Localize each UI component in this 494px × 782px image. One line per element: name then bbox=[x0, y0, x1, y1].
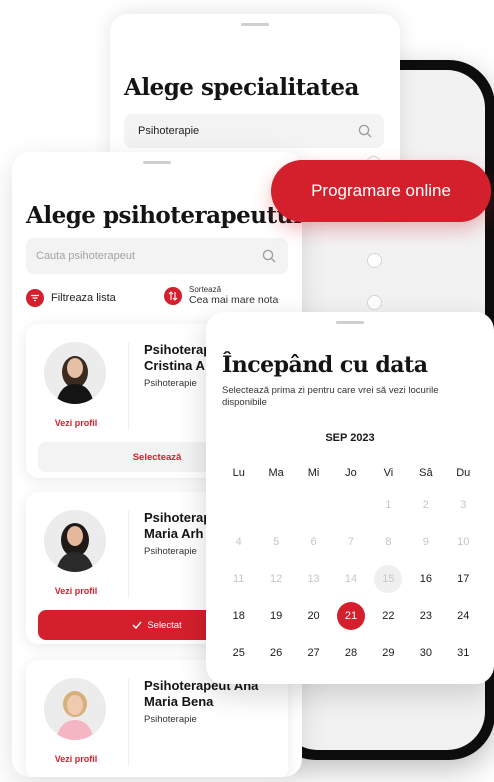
specialty-title: Alege specialitatea bbox=[124, 74, 359, 101]
specialty-field[interactable]: Psihoterapie bbox=[124, 114, 384, 148]
specialty-field-value: Psihoterapie bbox=[138, 125, 200, 137]
search-icon[interactable] bbox=[358, 124, 372, 143]
avatar[interactable] bbox=[44, 510, 106, 572]
calendar-day: 7 bbox=[347, 535, 355, 548]
avatar[interactable] bbox=[44, 342, 106, 404]
calendar-day: 12 bbox=[270, 572, 283, 585]
avatar[interactable] bbox=[44, 678, 106, 740]
calendar-day: 9 bbox=[422, 535, 429, 548]
therapist-name: Psihoterap Cristina A bbox=[144, 342, 212, 373]
therapist-search-input[interactable] bbox=[36, 238, 236, 274]
calendar-day[interactable]: 25 bbox=[225, 639, 253, 667]
sort-icon bbox=[164, 286, 182, 305]
calendar-day: 2 bbox=[422, 498, 429, 511]
weekday-label: Du bbox=[456, 467, 471, 479]
divider bbox=[128, 510, 129, 598]
sort-caption: Sortează bbox=[189, 285, 222, 294]
calendar-day-empty bbox=[337, 491, 365, 519]
calendar-day[interactable]: 18 bbox=[225, 602, 253, 630]
radio-button[interactable] bbox=[367, 253, 382, 268]
weekday-label: Lu bbox=[232, 467, 245, 479]
weekday-label: Sâ bbox=[419, 467, 433, 479]
filter-label: Filtreaza lista bbox=[51, 292, 116, 304]
weekday-label: Jo bbox=[345, 467, 357, 479]
weekday-label: Vi bbox=[383, 467, 394, 479]
therapist-specialty: Psihoterapie bbox=[144, 378, 197, 389]
calendar-day[interactable]: 22 bbox=[374, 602, 402, 630]
calendar-day: 1 bbox=[385, 498, 392, 511]
calendar-title: Începând cu data bbox=[222, 352, 428, 378]
sort-value: Cea mai mare nota bbox=[189, 294, 279, 306]
week-row: 25 26 27 28 29 30 31 bbox=[220, 634, 482, 671]
calendar-day[interactable]: 20 bbox=[300, 602, 328, 630]
view-profile-link[interactable]: Vezi profil bbox=[46, 418, 106, 428]
calendar-day[interactable]: 28 bbox=[337, 639, 365, 667]
calendar-day[interactable]: 16 bbox=[412, 565, 440, 593]
week-row: 4 5 6 7 8 9 10 bbox=[220, 523, 482, 560]
sheet-handle[interactable] bbox=[241, 23, 269, 26]
calendar-day: 14 bbox=[344, 572, 358, 585]
sort-button[interactable]: Sortează Cea mai mare nota bbox=[164, 285, 278, 306]
divider bbox=[128, 678, 129, 766]
calendar-day-today: 15 bbox=[374, 564, 403, 593]
check-icon bbox=[132, 621, 142, 629]
calendar-day[interactable]: 24 bbox=[449, 602, 477, 630]
week-row: 11 12 13 14 15 16 17 bbox=[220, 560, 482, 597]
sheet-handle[interactable] bbox=[143, 161, 171, 164]
calendar-day: 10 bbox=[457, 535, 470, 548]
calendar-day: 5 bbox=[273, 535, 280, 548]
therapist-name: Psihoterap Maria Arh bbox=[144, 510, 212, 541]
weekday-label: Ma bbox=[268, 467, 284, 479]
divider bbox=[128, 342, 129, 430]
weekday-label: Mi bbox=[307, 467, 320, 479]
view-profile-link[interactable]: Vezi profil bbox=[46, 754, 106, 764]
calendar-day[interactable]: 31 bbox=[449, 639, 477, 667]
sheet-handle[interactable] bbox=[336, 321, 364, 324]
calendar-day: 3 bbox=[460, 498, 467, 511]
calendar-day: 11 bbox=[232, 572, 245, 585]
calendar-month: SEP 2023 bbox=[325, 432, 375, 444]
therapist-search bbox=[26, 238, 288, 274]
week-row: 18 19 20 21 22 23 24 bbox=[220, 597, 482, 634]
filter-icon bbox=[26, 289, 44, 307]
view-profile-link[interactable]: Vezi profil bbox=[46, 586, 106, 596]
therapist-specialty: Psihoterapie bbox=[144, 546, 197, 557]
calendar-day[interactable]: 27 bbox=[300, 639, 328, 667]
calendar-day[interactable]: 19 bbox=[262, 602, 290, 630]
calendar-day: 4 bbox=[235, 535, 242, 548]
filter-button[interactable]: Filtreaza lista bbox=[26, 289, 116, 307]
calendar-day: 6 bbox=[310, 535, 317, 548]
calendar-day[interactable]: 23 bbox=[412, 602, 440, 630]
calendar-day[interactable]: 30 bbox=[412, 639, 440, 667]
therapist-specialty: Psihoterapie bbox=[144, 714, 197, 725]
radio-button[interactable] bbox=[367, 295, 382, 310]
calendar-day[interactable]: 29 bbox=[374, 639, 402, 667]
calendar-day-empty bbox=[300, 491, 328, 519]
calendar-day-empty bbox=[262, 491, 290, 519]
calendar-day: 13 bbox=[307, 572, 320, 585]
calendar-day-empty bbox=[225, 491, 253, 519]
calendar-subtitle: Selectează prima zi pentru care vrei să … bbox=[222, 385, 439, 408]
week-row: 1 2 3 bbox=[220, 486, 482, 523]
calendar-day[interactable]: 17 bbox=[449, 565, 477, 593]
search-icon[interactable] bbox=[262, 249, 276, 268]
calendar-day-selected[interactable]: 21 bbox=[336, 601, 365, 630]
calendar-day[interactable]: 26 bbox=[262, 639, 290, 667]
therapist-title: Alege psihoterapeutul bbox=[26, 202, 302, 229]
calendar-day: 8 bbox=[385, 535, 392, 548]
weekday-row: Lu Ma Mi Jo Vi Sâ Du bbox=[220, 460, 482, 486]
calendar-card: Începând cu data Selectează prima zi pen… bbox=[206, 312, 494, 684]
calendar-grid: Lu Ma Mi Jo Vi Sâ Du 1 2 3 4 5 6 7 8 9 1… bbox=[220, 460, 482, 671]
online-booking-button[interactable]: Programare online bbox=[271, 160, 491, 222]
